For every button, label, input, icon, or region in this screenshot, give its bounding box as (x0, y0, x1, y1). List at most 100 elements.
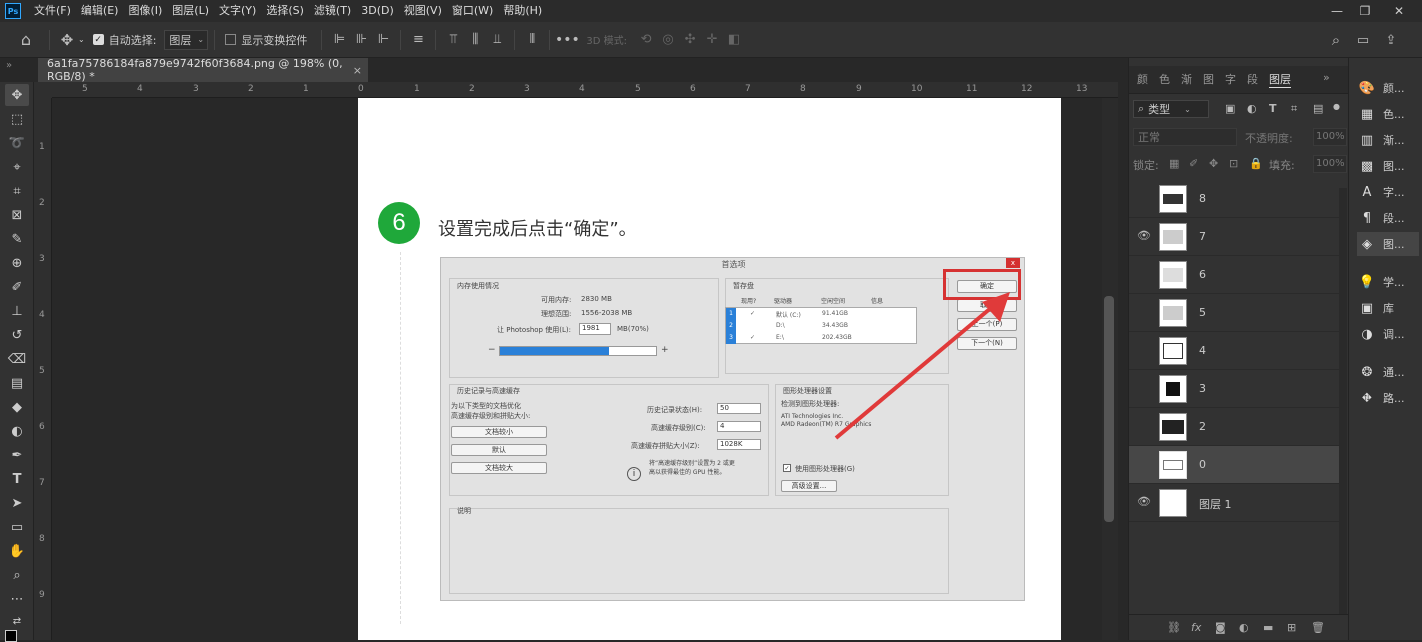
panel-channels[interactable]: ❂ 通... (1357, 360, 1419, 384)
layer-row-3[interactable]: 3 (1129, 370, 1339, 408)
menu-filter[interactable]: 滤镜(T) (309, 0, 356, 22)
auto-select-dropdown[interactable]: 图层 ⌄ (164, 29, 209, 50)
tab-patterns[interactable]: 图 (1203, 71, 1214, 87)
add-mask-icon[interactable]: ◙ (1215, 621, 1226, 634)
panel-paths[interactable]: ⛖ 路... (1357, 386, 1419, 410)
panel-character[interactable]: A 字... (1357, 180, 1419, 204)
type-tool-icon[interactable]: T (5, 468, 29, 490)
tab-character[interactable]: 字 (1225, 71, 1236, 87)
filter-toggle-icon[interactable]: ● (1333, 102, 1340, 111)
trash-icon[interactable]: 🗑 (1311, 621, 1325, 634)
new-group-icon[interactable]: ▬ (1263, 621, 1273, 634)
layer-row-7[interactable]: 👁 7 (1129, 218, 1339, 256)
history-brush-tool-icon[interactable]: ↺ (5, 324, 29, 346)
distribute-icon[interactable]: ≡ (407, 29, 429, 51)
eyedropper-tool-icon[interactable]: ✎ (5, 228, 29, 250)
eye-icon[interactable]: 👁 (1137, 495, 1151, 509)
panel-color[interactable]: 🎨 颜... (1357, 76, 1419, 100)
dodge-tool-icon[interactable]: ◐ (5, 420, 29, 442)
move-tool-icon[interactable]: ✥ (5, 84, 29, 106)
stamp-tool-icon[interactable]: ⊥ (5, 300, 29, 322)
fx-icon[interactable]: fx (1191, 621, 1201, 634)
visibility-toggle[interactable] (1137, 381, 1151, 395)
filter-pixel-icon[interactable]: ▣ (1225, 102, 1235, 115)
blend-mode-dropdown[interactable]: 正常 (1133, 128, 1237, 146)
menu-view[interactable]: 视图(V) (399, 0, 447, 22)
restore-button[interactable]: ❐ (1350, 0, 1380, 22)
align-bottom-icon[interactable]: ⫫ (486, 29, 508, 51)
align-left-icon[interactable]: ⊫ (328, 29, 350, 51)
eye-icon[interactable]: 👁 (1137, 229, 1151, 243)
visibility-toggle[interactable] (1137, 343, 1151, 357)
filter-shape-icon[interactable]: ⌗ (1291, 102, 1297, 116)
search-icon[interactable]: ⌕ (1325, 29, 1347, 51)
panel-swatches[interactable]: ▦ 色... (1357, 102, 1419, 126)
visibility-toggle[interactable] (1137, 457, 1151, 471)
panel-adjustments[interactable]: ◑ 调... (1357, 322, 1419, 346)
foreground-color-swatch[interactable] (5, 630, 17, 642)
new-layer-icon[interactable]: ⊞ (1287, 621, 1296, 634)
align-top-icon[interactable]: ⫪ (442, 29, 464, 51)
panel-patterns[interactable]: ▩ 图... (1357, 154, 1419, 178)
zoom-tool-icon[interactable]: ⌕ (5, 564, 29, 586)
lock-transparent-icon[interactable]: ▦ (1169, 157, 1179, 170)
menu-window[interactable]: 窗口(W) (447, 0, 498, 22)
brush-tool-icon[interactable]: ✐ (5, 276, 29, 298)
healing-brush-tool-icon[interactable]: ⊕ (5, 252, 29, 274)
hand-tool-icon[interactable]: ✋ (5, 540, 29, 562)
menu-layer[interactable]: 图层(L) (167, 0, 214, 22)
swap-colors-icon[interactable]: ⇄ (5, 610, 29, 632)
tab-paragraph[interactable]: 段 (1247, 71, 1258, 87)
menu-image[interactable]: 图像(I) (123, 0, 167, 22)
minimize-button[interactable]: — (1322, 0, 1352, 22)
panel-libraries[interactable]: ▣ 库 (1357, 296, 1419, 320)
quick-select-tool-icon[interactable]: ⌖ (5, 156, 29, 178)
layer-row-layer1[interactable]: 👁 图层 1 (1129, 484, 1339, 522)
document-tab[interactable]: 6a1fa75786184fa879e9742f60f3684.png @ 19… (38, 57, 368, 83)
home-icon[interactable]: ⌂ (15, 29, 37, 51)
close-tab-icon[interactable]: × (353, 64, 362, 77)
blur-tool-icon[interactable]: ◆ (5, 396, 29, 418)
move-tool-icon[interactable]: ✥ (56, 29, 78, 51)
fill-input[interactable]: 100% (1313, 155, 1347, 173)
tab-color[interactable]: 颜 (1137, 71, 1148, 87)
gradient-tool-icon[interactable]: ▤ (5, 372, 29, 394)
menu-file[interactable]: 文件(F) (29, 0, 76, 22)
pen-tool-icon[interactable]: ✒ (5, 444, 29, 466)
panel-layers[interactable]: ◈ 图... (1357, 232, 1419, 256)
menu-select[interactable]: 选择(S) (261, 0, 309, 22)
layer-row-6[interactable]: 6 (1129, 256, 1339, 294)
tab-gradients[interactable]: 渐 (1181, 71, 1192, 87)
panel-gradients[interactable]: ▥ 渐... (1357, 128, 1419, 152)
menu-help[interactable]: 帮助(H) (498, 0, 547, 22)
eraser-tool-icon[interactable]: ⌫ (5, 348, 29, 370)
lock-paint-icon[interactable]: ✐ (1189, 157, 1198, 170)
visibility-toggle[interactable] (1137, 267, 1151, 281)
align-center-icon[interactable]: ⊪ (350, 29, 372, 51)
visibility-toggle[interactable] (1137, 419, 1151, 433)
tab-swatches[interactable]: 色 (1159, 71, 1170, 87)
filter-adjustment-icon[interactable]: ◐ (1247, 102, 1257, 115)
distribute-vertical-icon[interactable]: ⦀ (521, 29, 543, 51)
more-options-icon[interactable]: ••• (555, 29, 580, 51)
crop-tool-icon[interactable]: ⌗ (5, 180, 29, 202)
link-layers-icon[interactable]: ⛓ (1167, 621, 1181, 634)
adjustment-layer-icon[interactable]: ◐ (1239, 621, 1249, 634)
lock-all-icon[interactable]: 🔒 (1249, 157, 1263, 170)
lock-position-icon[interactable]: ✥ (1209, 157, 1218, 170)
filter-kind-dropdown[interactable]: ⌕ 类型 ⌄ (1133, 100, 1209, 118)
auto-select-checkbox[interactable]: ✓ (92, 34, 104, 45)
menu-type[interactable]: 文字(Y) (214, 0, 261, 22)
filter-smart-object-icon[interactable]: ▤ (1313, 102, 1323, 115)
layer-row-8[interactable]: 8 (1129, 180, 1339, 218)
panel-paragraph[interactable]: ¶ 段... (1357, 206, 1419, 230)
layer-row-2[interactable]: 2 (1129, 408, 1339, 446)
document-canvas[interactable]: 6 设置完成后点击“确定”。 首选项 x 内存使用情况 可用内存: 2830 M… (358, 98, 1061, 640)
workspace-icon[interactable]: ▭ (1352, 29, 1374, 51)
panel-menu-icon[interactable]: » (1323, 71, 1330, 84)
collapse-arrows-icon[interactable]: » (6, 60, 12, 71)
layer-row-5[interactable]: 5 (1129, 294, 1339, 332)
frame-tool-icon[interactable]: ⊠ (5, 204, 29, 226)
menu-3d[interactable]: 3D(D) (356, 0, 399, 22)
layers-scrollbar[interactable] (1339, 188, 1347, 628)
